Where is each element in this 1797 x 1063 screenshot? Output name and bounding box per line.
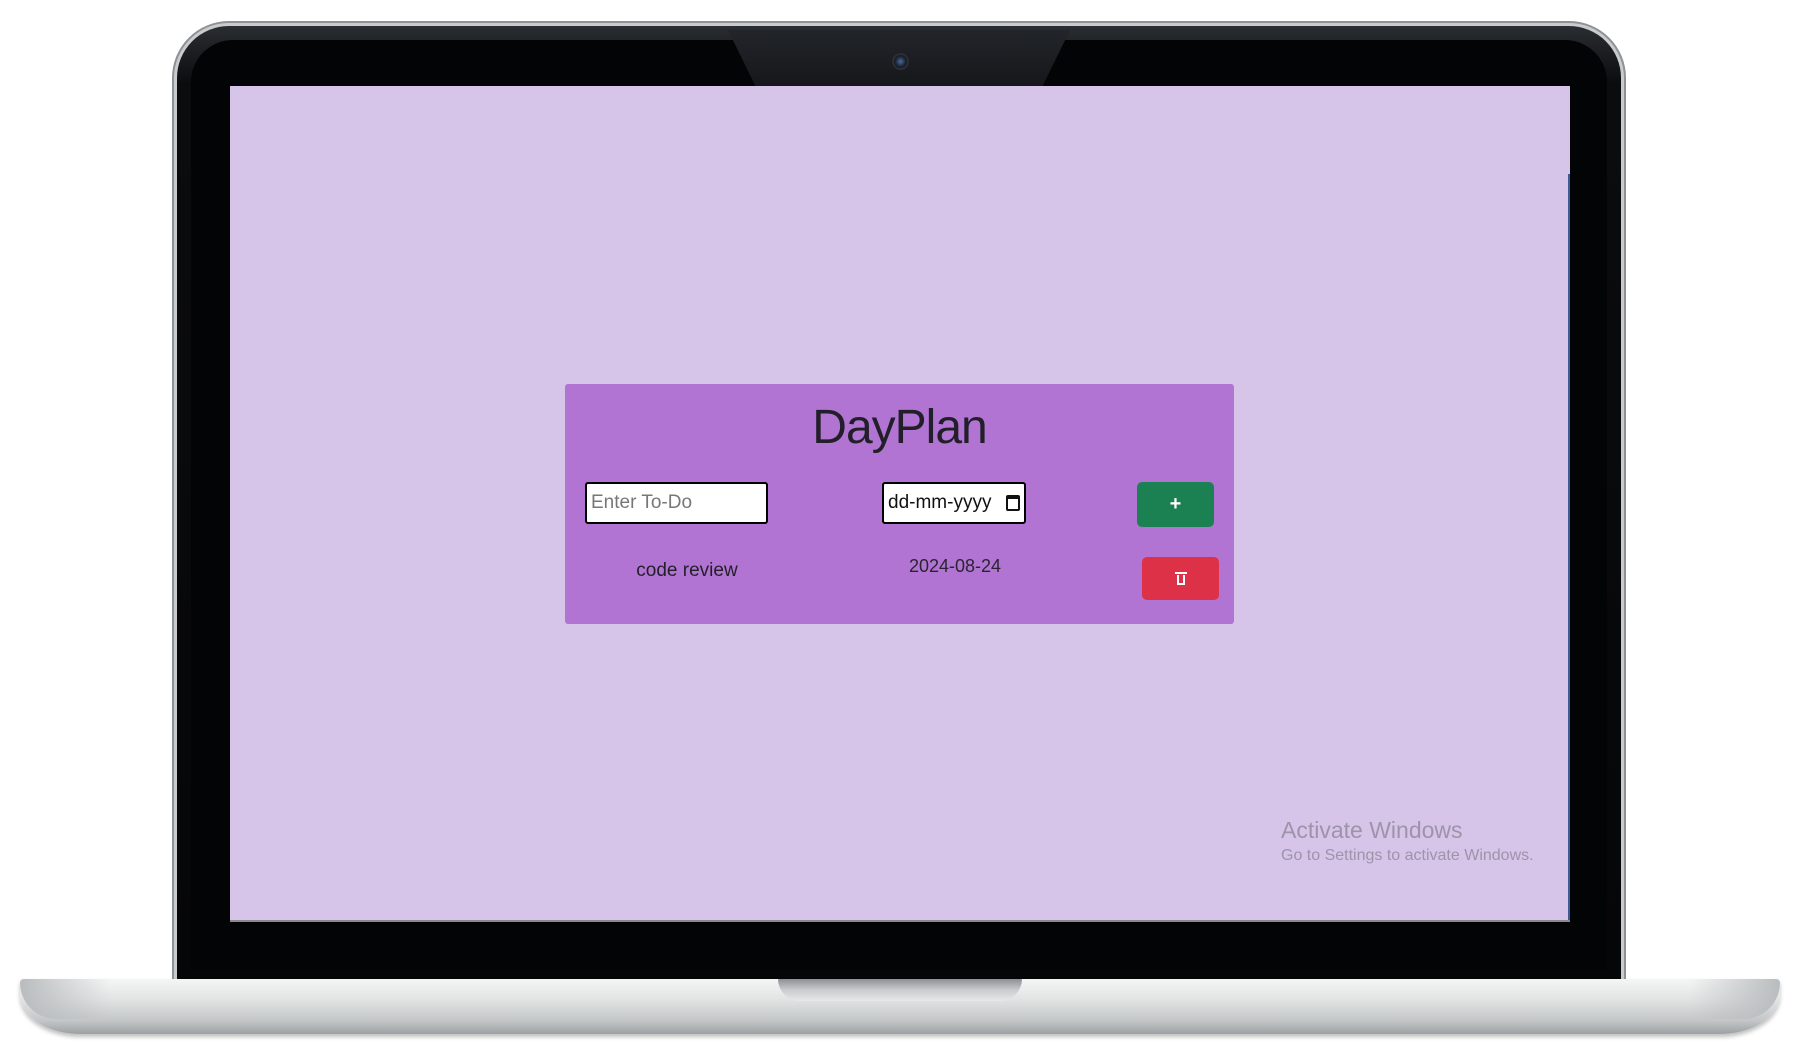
laptop-mockup: DayPlan dd-mm-yyyy + code review 2024-08… <box>0 0 1797 1063</box>
trash-icon <box>1174 572 1187 585</box>
add-todo-button[interactable]: + <box>1137 482 1214 527</box>
todo-item-name: code review <box>636 560 738 581</box>
watermark-title: Activate Windows <box>1281 817 1463 843</box>
watermark-subtitle: Go to Settings to activate Windows. <box>1281 847 1534 864</box>
todo-app-card: DayPlan dd-mm-yyyy + code review 2024-08… <box>565 384 1234 624</box>
browser-viewport: DayPlan dd-mm-yyyy + code review 2024-08… <box>230 86 1570 922</box>
page-title: DayPlan <box>812 401 987 454</box>
activate-windows-watermark: Activate Windows Go to Settings to activ… <box>1281 816 1534 868</box>
todo-input[interactable] <box>585 482 768 524</box>
screen-edge-line <box>1568 174 1570 922</box>
todo-item-date: 2024-08-24 <box>908 556 1002 576</box>
delete-todo-button[interactable] <box>1142 557 1219 600</box>
calendar-icon[interactable] <box>1006 495 1020 511</box>
taskbar-edge-line <box>230 920 1570 922</box>
date-input-placeholder: dd-mm-yyyy <box>888 492 992 513</box>
laptop-thumb-notch <box>778 979 1022 1001</box>
date-input[interactable]: dd-mm-yyyy <box>882 482 1026 524</box>
webcam-icon <box>894 55 907 68</box>
